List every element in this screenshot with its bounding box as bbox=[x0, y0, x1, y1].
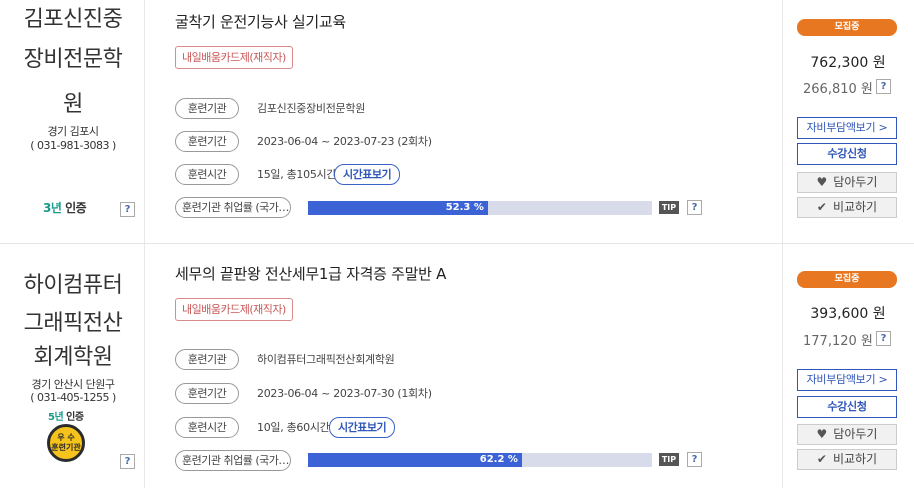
institute-name-line[interactable]: 회계학원 bbox=[8, 338, 138, 378]
schedule-button[interactable]: 시간표보기 bbox=[329, 417, 396, 438]
row-label-period: 훈련기간 bbox=[175, 131, 239, 152]
badge-text-line: 훈련기관 bbox=[51, 443, 81, 452]
course-title[interactable]: 굴착기 운전기능사 실기교육 bbox=[175, 11, 346, 32]
self-pay-price: 266,810 원 bbox=[803, 82, 873, 97]
row-value-period: 2023-06-04 ~ 2023-07-23 (2회차) bbox=[257, 135, 432, 148]
row-label-hours: 훈련시간 bbox=[175, 164, 239, 185]
tip-label[interactable]: TIP bbox=[659, 201, 679, 214]
funding-tag: 내일배움카드제(재직자) bbox=[175, 46, 293, 69]
heart-icon: ♥ bbox=[816, 427, 828, 441]
row-label-hours: 훈련시간 bbox=[175, 417, 239, 438]
employment-help-button[interactable]: ? bbox=[687, 452, 702, 467]
excellent-institute-badge: 우 수 훈련기관 bbox=[47, 424, 85, 462]
wishlist-button[interactable]: ♥ 담아두기 bbox=[797, 424, 897, 445]
cert-years: 3년 인증 bbox=[43, 199, 87, 216]
cert-help-button[interactable]: ? bbox=[120, 202, 135, 217]
employment-rate-fill: 52.3 % bbox=[308, 201, 488, 215]
compare-button[interactable]: ✔ 비교하기 bbox=[797, 197, 897, 218]
institute-name-line[interactable]: 원 bbox=[8, 85, 138, 125]
self-pay-button[interactable]: 자비부담액보기 > bbox=[797, 369, 897, 391]
institute-region: 경기 안산시 단원구 bbox=[31, 378, 115, 391]
check-icon: ✔ bbox=[816, 200, 827, 214]
course-card: 하이컴퓨터 그래픽전산 회계학원 경기 안산시 단원구 ( 031-405-12… bbox=[0, 244, 914, 488]
institute-phone: ( 031-405-1255 ) bbox=[30, 391, 116, 404]
row-value-institute: 하이컴퓨터그래픽전산회계학원 bbox=[257, 353, 395, 366]
price-panel: 모집중 762,300 원 266,810 원 ? 자비부담액보기 > 수강신청… bbox=[782, 0, 914, 243]
row-label-period: 훈련기간 bbox=[175, 383, 239, 404]
row-value-hours: 10일, 총60시간 bbox=[257, 421, 330, 434]
compare-label: 비교하기 bbox=[832, 452, 878, 466]
institute-name-line[interactable]: 장비전문학 bbox=[8, 40, 138, 80]
apply-button[interactable]: 수강신청 bbox=[797, 396, 897, 418]
row-value-institute: 김포신진중장비전문학원 bbox=[257, 102, 366, 115]
badge-text-line: 우 수 bbox=[57, 433, 75, 442]
employment-help-button[interactable]: ? bbox=[687, 200, 702, 215]
compare-label: 비교하기 bbox=[832, 200, 878, 214]
wishlist-label: 담아두기 bbox=[833, 175, 878, 189]
tip-label[interactable]: TIP bbox=[659, 453, 679, 466]
schedule-button[interactable]: 시간표보기 bbox=[334, 164, 401, 185]
status-badge: 모집중 bbox=[797, 19, 897, 36]
institute-name-line[interactable]: 하이컴퓨터 bbox=[8, 266, 138, 306]
cert-years-value: 3년 bbox=[43, 201, 62, 215]
cert-years: 5년 인증 bbox=[48, 408, 84, 423]
compare-button[interactable]: ✔ 비교하기 bbox=[797, 449, 897, 470]
self-pay-price: 177,120 원 bbox=[803, 334, 873, 349]
wishlist-button[interactable]: ♥ 담아두기 bbox=[797, 172, 897, 193]
row-label-institute: 훈련기관 bbox=[175, 98, 239, 119]
price-help-button[interactable]: ? bbox=[876, 331, 891, 346]
course-price: 762,300 원 bbox=[810, 55, 886, 71]
price-panel: 모집중 393,600 원 177,120 원 ? 자비부담액보기 > 수강신청… bbox=[782, 244, 914, 488]
employment-rate-label: 훈련기관 취업률 (국가… bbox=[175, 197, 291, 218]
course-price: 393,600 원 bbox=[810, 306, 886, 322]
institute-name-line[interactable]: 김포신진중 bbox=[8, 0, 138, 40]
heart-icon: ♥ bbox=[816, 175, 828, 189]
cert-label: 인증 bbox=[65, 201, 87, 215]
institute-panel: 하이컴퓨터 그래픽전산 회계학원 경기 안산시 단원구 ( 031-405-12… bbox=[0, 244, 145, 488]
employment-rate-label: 훈련기관 취업률 (국가… bbox=[175, 450, 291, 471]
employment-rate-fill: 62.2 % bbox=[308, 453, 522, 467]
employment-rate-bar: 62.2 % bbox=[308, 453, 652, 467]
institute-panel: 김포신진중 장비전문학 원 경기 김포시 ( 031-981-3083 ) 3년… bbox=[0, 0, 145, 243]
row-label-institute: 훈련기관 bbox=[175, 349, 239, 370]
institute-region: 경기 김포시 bbox=[47, 125, 99, 138]
self-pay-button[interactable]: 자비부담액보기 > bbox=[797, 117, 897, 139]
status-badge: 모집중 bbox=[797, 271, 897, 288]
cert-label: 인증 bbox=[66, 412, 84, 423]
course-card: 김포신진중 장비전문학 원 경기 김포시 ( 031-981-3083 ) 3년… bbox=[0, 0, 914, 244]
cert-help-button[interactable]: ? bbox=[120, 454, 135, 469]
funding-tag: 내일배움카드제(재직자) bbox=[175, 298, 293, 321]
apply-button[interactable]: 수강신청 bbox=[797, 143, 897, 165]
price-help-button[interactable]: ? bbox=[876, 79, 891, 94]
institute-phone: ( 031-981-3083 ) bbox=[30, 139, 116, 152]
course-title[interactable]: 세무의 끝판왕 전산세무1급 자격증 주말반 A bbox=[175, 263, 446, 284]
row-value-hours: 15일, 총105시간 bbox=[257, 168, 337, 181]
cert-years-value: 5년 bbox=[48, 412, 64, 423]
wishlist-label: 담아두기 bbox=[833, 427, 878, 441]
row-value-period: 2023-06-04 ~ 2023-07-30 (1회차) bbox=[257, 387, 432, 400]
employment-rate-bar: 52.3 % bbox=[308, 201, 652, 215]
check-icon: ✔ bbox=[816, 452, 827, 466]
